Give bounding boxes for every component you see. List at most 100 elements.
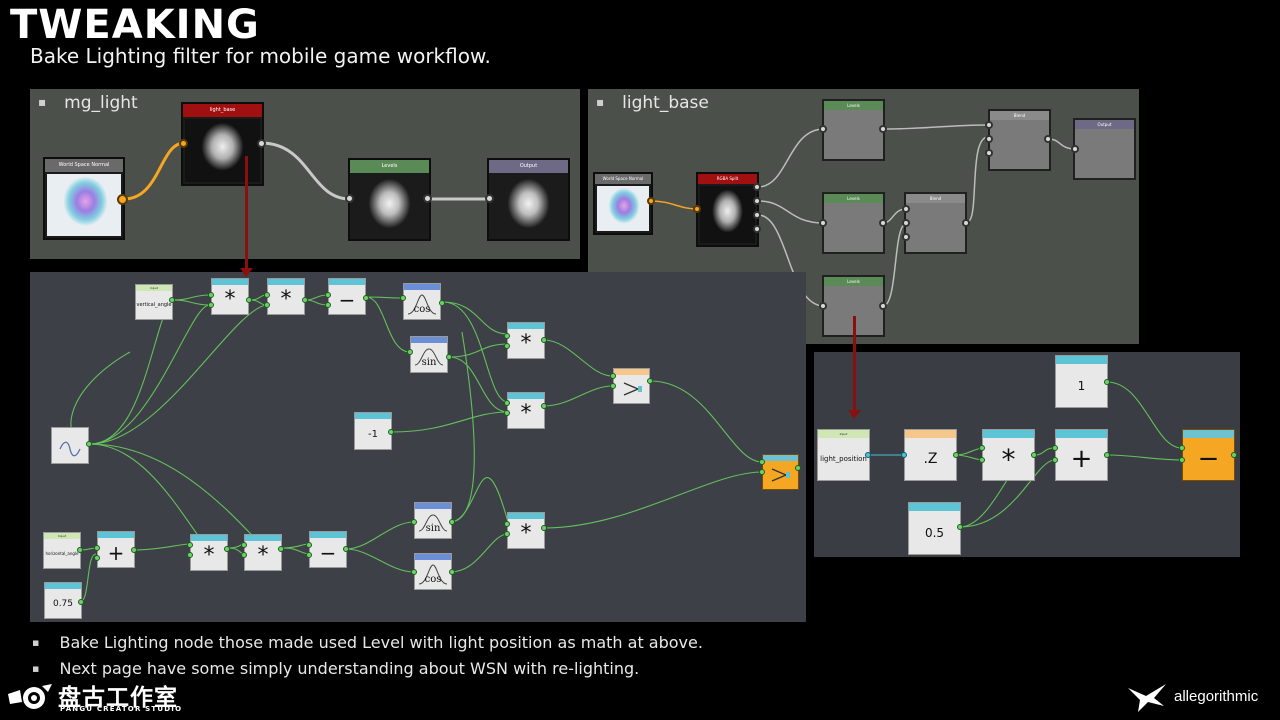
- blend-node-mid[interactable]: Blend: [904, 192, 967, 254]
- output-pin[interactable]: [865, 452, 871, 458]
- vertical-angle-input-node[interactable]: Input vertical_angle: [135, 284, 173, 320]
- rgba-split-node[interactable]: RGBA Split: [696, 172, 759, 247]
- add-node[interactable]: +: [97, 531, 135, 568]
- lp-subtract-result-node[interactable]: −: [1182, 429, 1235, 481]
- input-pin-a[interactable]: [1052, 445, 1058, 451]
- cos-node-top[interactable]: cos: [403, 283, 441, 320]
- output-pin[interactable]: [117, 194, 128, 205]
- input-pin-a[interactable]: [208, 292, 214, 298]
- angle-source-node[interactable]: [51, 427, 89, 464]
- output-pin[interactable]: [449, 519, 455, 525]
- output-pin[interactable]: [86, 441, 92, 447]
- multiply-node-5[interactable]: *: [190, 534, 228, 571]
- input-pin-b[interactable]: [979, 457, 985, 463]
- input-pin-a[interactable]: [187, 542, 193, 548]
- world-space-normal-node[interactable]: World Space Normal: [43, 157, 125, 240]
- input-pin-a[interactable]: [759, 459, 765, 465]
- input-pin-a[interactable]: [979, 445, 985, 451]
- constant-one-node[interactable]: 1: [1055, 355, 1108, 408]
- output-pin[interactable]: [1044, 135, 1052, 143]
- input-pin-b[interactable]: [504, 410, 510, 416]
- output-pin[interactable]: [449, 569, 455, 575]
- input-pin-a[interactable]: [325, 292, 331, 298]
- input-pin-b[interactable]: [1052, 457, 1058, 463]
- input-pin[interactable]: [407, 349, 413, 355]
- lp-add-node[interactable]: +: [1055, 429, 1108, 481]
- input-pin-a[interactable]: [504, 521, 510, 527]
- input-pin[interactable]: [901, 452, 907, 458]
- input-pin-b[interactable]: [208, 302, 214, 308]
- output-pin[interactable]: [302, 297, 308, 303]
- lb-output-node[interactable]: Output: [1073, 118, 1136, 180]
- input-pin-b[interactable]: [325, 302, 331, 308]
- input-pin-a[interactable]: [241, 542, 247, 548]
- input-pin-a[interactable]: [504, 400, 510, 406]
- light-base-node[interactable]: light_base: [181, 102, 264, 186]
- output-pin[interactable]: [1104, 452, 1110, 458]
- input-pin-bg[interactable]: [985, 135, 993, 143]
- levels-node[interactable]: Levels: [348, 158, 431, 241]
- input-pin[interactable]: [179, 139, 188, 148]
- input-pin-b[interactable]: [264, 302, 270, 308]
- output-pin[interactable]: [343, 546, 349, 552]
- input-pin-b[interactable]: [241, 552, 247, 558]
- swizzle-z-node[interactable]: .Z: [904, 429, 957, 481]
- constant-half-node[interactable]: 0.5: [908, 502, 961, 555]
- output-pin[interactable]: [1231, 452, 1237, 458]
- vector-append-result-node[interactable]: [762, 454, 799, 490]
- output-pin[interactable]: [246, 297, 252, 303]
- input-pin[interactable]: [411, 569, 417, 575]
- constant-scale-node[interactable]: 0.75: [44, 582, 82, 619]
- horizontal-angle-input-node[interactable]: Input horizontal_angle: [43, 532, 81, 569]
- output-pin[interactable]: [78, 599, 84, 605]
- input-pin[interactable]: [411, 519, 417, 525]
- input-pin-a[interactable]: [264, 292, 270, 298]
- input-pin-fg[interactable]: [985, 121, 993, 129]
- input-pin[interactable]: [819, 302, 827, 310]
- output-pin[interactable]: [541, 403, 547, 409]
- input-pin[interactable]: [485, 194, 494, 203]
- output-pin[interactable]: [962, 219, 970, 227]
- multiply-node-2[interactable]: *: [267, 278, 305, 315]
- multiply-node-4[interactable]: *: [507, 392, 545, 429]
- lp-multiply-node[interactable]: *: [982, 429, 1035, 481]
- output-pin[interactable]: [77, 547, 83, 553]
- input-pin-mask[interactable]: [985, 149, 993, 157]
- output-pin[interactable]: [278, 546, 284, 552]
- output-pin-g[interactable]: [753, 197, 761, 205]
- output-pin[interactable]: [169, 297, 175, 303]
- multiply-node-3[interactable]: *: [507, 322, 545, 359]
- output-pin[interactable]: [795, 465, 801, 471]
- sin-node-top[interactable]: sin: [410, 336, 448, 373]
- input-pin-b[interactable]: [759, 469, 765, 475]
- output-pin[interactable]: [388, 429, 394, 435]
- input-pin[interactable]: [819, 125, 827, 133]
- light-position-input-node[interactable]: Input light_position: [817, 429, 870, 481]
- input-pin-b[interactable]: [306, 552, 312, 558]
- input-pin[interactable]: [400, 295, 406, 301]
- output-pin[interactable]: [957, 524, 963, 530]
- input-pin-bg[interactable]: [902, 219, 910, 227]
- output-pin[interactable]: [363, 295, 369, 301]
- input-pin[interactable]: [345, 194, 354, 203]
- output-pin[interactable]: [439, 300, 445, 306]
- lb-world-space-normal-node[interactable]: World Space Normal: [593, 172, 653, 235]
- input-pin-a[interactable]: [1179, 445, 1185, 451]
- input-pin-b[interactable]: [1179, 457, 1185, 463]
- input-pin-b[interactable]: [504, 531, 510, 537]
- input-pin-fg[interactable]: [902, 205, 910, 213]
- output-pin[interactable]: [423, 194, 432, 203]
- vector-append-node-top[interactable]: [613, 368, 650, 404]
- input-pin[interactable]: [819, 219, 827, 227]
- output-pin[interactable]: [1104, 379, 1110, 385]
- input-pin-a[interactable]: [610, 373, 616, 379]
- output-node[interactable]: Output: [487, 158, 570, 241]
- output-pin[interactable]: [647, 197, 655, 205]
- output-pin[interactable]: [953, 452, 959, 458]
- multiply-node-7[interactable]: *: [507, 512, 545, 549]
- output-pin[interactable]: [446, 354, 452, 360]
- blend-node-top[interactable]: Blend: [988, 109, 1051, 171]
- input-pin-b[interactable]: [504, 343, 510, 349]
- levels-node-mid[interactable]: Levels: [822, 192, 885, 254]
- input-pin-a[interactable]: [94, 545, 100, 551]
